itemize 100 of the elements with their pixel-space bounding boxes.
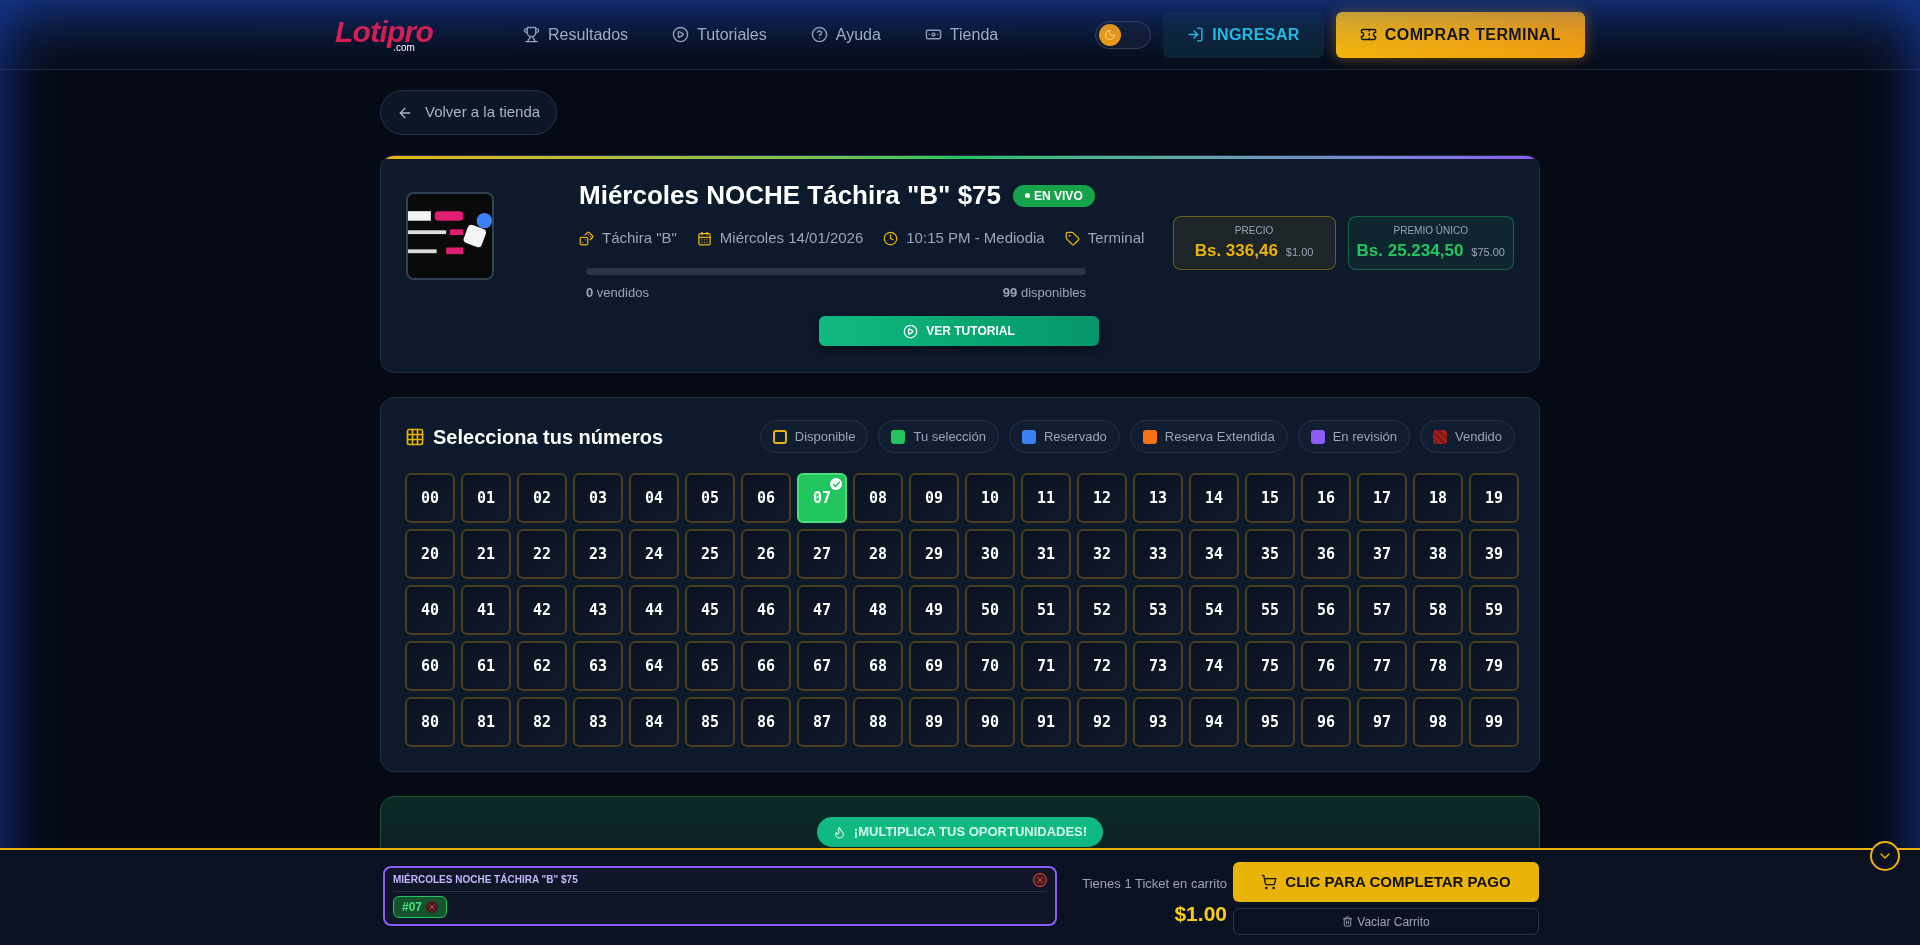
number-tile[interactable]: 86 <box>741 697 791 747</box>
collapse-button[interactable] <box>1870 841 1900 871</box>
number-tile[interactable]: 77 <box>1357 641 1407 691</box>
number-tile[interactable]: 96 <box>1301 697 1351 747</box>
number-tile[interactable]: 67 <box>797 641 847 691</box>
number-tile[interactable]: 66 <box>741 641 791 691</box>
number-tile[interactable]: 12 <box>1077 473 1127 523</box>
clear-cart-button[interactable]: Vaciar Carrito <box>1233 908 1539 935</box>
nav-link[interactable]: Tutoriales <box>672 22 767 47</box>
number-tile[interactable]: 04 <box>629 473 679 523</box>
number-tile[interactable]: 87 <box>797 697 847 747</box>
number-tile[interactable]: 62 <box>517 641 567 691</box>
number-tile[interactable]: 00 <box>405 473 455 523</box>
back-button[interactable]: Volver a la tienda <box>380 90 558 135</box>
number-tile[interactable]: 82 <box>517 697 567 747</box>
pay-button[interactable]: CLIC PARA COMPLETAR PAGO <box>1233 862 1539 902</box>
number-tile[interactable]: 03 <box>573 473 623 523</box>
number-tile[interactable]: 29 <box>909 529 959 579</box>
number-tile[interactable]: 27 <box>797 529 847 579</box>
number-tile[interactable]: 84 <box>629 697 679 747</box>
number-tile[interactable]: 26 <box>741 529 791 579</box>
number-tile[interactable]: 70 <box>965 641 1015 691</box>
number-tile[interactable]: 02 <box>517 473 567 523</box>
number-tile[interactable]: 31 <box>1021 529 1071 579</box>
number-tile[interactable]: 30 <box>965 529 1015 579</box>
number-tile[interactable]: 54 <box>1189 585 1239 635</box>
number-tile[interactable]: 57 <box>1357 585 1407 635</box>
number-tile[interactable]: 08 <box>853 473 903 523</box>
number-tile[interactable]: 48 <box>853 585 903 635</box>
number-tile[interactable]: 76 <box>1301 641 1351 691</box>
number-tile[interactable]: 73 <box>1133 641 1183 691</box>
number-tile[interactable]: 18 <box>1413 473 1463 523</box>
number-tile[interactable]: 13 <box>1133 473 1183 523</box>
number-tile[interactable]: 34 <box>1189 529 1239 579</box>
nav-link[interactable]: Tienda <box>924 22 999 47</box>
number-tile[interactable]: 36 <box>1301 529 1351 579</box>
number-tile[interactable]: 91 <box>1021 697 1071 747</box>
nav-link[interactable]: Ayuda <box>810 22 881 47</box>
number-tile[interactable]: 22 <box>517 529 567 579</box>
number-tile[interactable]: 51 <box>1021 585 1071 635</box>
number-tile[interactable]: 39 <box>1469 529 1519 579</box>
number-tile[interactable]: 72 <box>1077 641 1127 691</box>
number-tile[interactable]: 63 <box>573 641 623 691</box>
number-tile[interactable]: 19 <box>1469 473 1519 523</box>
number-tile[interactable]: 15 <box>1245 473 1295 523</box>
number-tile[interactable]: 21 <box>461 529 511 579</box>
number-tile[interactable]: 42 <box>517 585 567 635</box>
number-tile[interactable]: 52 <box>1077 585 1127 635</box>
nav-link[interactable]: Resultados <box>523 22 629 47</box>
number-tile[interactable]: 38 <box>1413 529 1463 579</box>
number-tile[interactable]: 88 <box>853 697 903 747</box>
number-tile[interactable]: 85 <box>685 697 735 747</box>
number-tile[interactable]: 32 <box>1077 529 1127 579</box>
number-tile[interactable]: 35 <box>1245 529 1295 579</box>
number-tile[interactable]: 41 <box>461 585 511 635</box>
number-tile[interactable]: 56 <box>1301 585 1351 635</box>
number-tile[interactable]: 10 <box>965 473 1015 523</box>
number-tile[interactable]: 79 <box>1469 641 1519 691</box>
logo[interactable]: Lotipro .com <box>335 16 434 53</box>
number-tile[interactable]: 50 <box>965 585 1015 635</box>
number-tile[interactable]: 47 <box>797 585 847 635</box>
number-tile[interactable]: 09 <box>909 473 959 523</box>
number-tile[interactable]: 98 <box>1413 697 1463 747</box>
number-tile[interactable]: 05 <box>685 473 735 523</box>
number-tile[interactable]: 43 <box>573 585 623 635</box>
number-tile[interactable]: 23 <box>573 529 623 579</box>
number-tile[interactable]: 78 <box>1413 641 1463 691</box>
number-tile[interactable]: 95 <box>1245 697 1295 747</box>
number-tile[interactable]: 55 <box>1245 585 1295 635</box>
number-tile[interactable]: 64 <box>629 641 679 691</box>
number-tile[interactable]: 93 <box>1133 697 1183 747</box>
number-tile[interactable]: 71 <box>1021 641 1071 691</box>
number-tile[interactable]: 17 <box>1357 473 1407 523</box>
number-tile[interactable]: 45 <box>685 585 735 635</box>
number-tile[interactable]: 97 <box>1357 697 1407 747</box>
number-tile[interactable]: 59 <box>1469 585 1519 635</box>
number-tile[interactable]: 37 <box>1357 529 1407 579</box>
number-tile[interactable]: 99 <box>1469 697 1519 747</box>
number-tile[interactable]: 16 <box>1301 473 1351 523</box>
number-tile[interactable]: 58 <box>1413 585 1463 635</box>
number-tile[interactable]: 46 <box>741 585 791 635</box>
number-tile[interactable]: 90 <box>965 697 1015 747</box>
number-tile[interactable]: 80 <box>405 697 455 747</box>
number-tile[interactable]: 24 <box>629 529 679 579</box>
number-tile[interactable]: 60 <box>405 641 455 691</box>
number-tile[interactable]: 20 <box>405 529 455 579</box>
login-button[interactable]: INGRESAR <box>1163 11 1324 58</box>
number-tile[interactable]: 74 <box>1189 641 1239 691</box>
number-tile[interactable]: 40 <box>405 585 455 635</box>
number-tile[interactable]: 44 <box>629 585 679 635</box>
number-tile[interactable]: 94 <box>1189 697 1239 747</box>
buy-terminal-button[interactable]: COMPRAR TERMINAL <box>1335 11 1585 58</box>
number-tile[interactable]: 75 <box>1245 641 1295 691</box>
number-tile[interactable]: 28 <box>853 529 903 579</box>
number-tile[interactable]: 81 <box>461 697 511 747</box>
number-tile[interactable]: 06 <box>741 473 791 523</box>
number-tile[interactable]: 53 <box>1133 585 1183 635</box>
number-tile[interactable]: 61 <box>461 641 511 691</box>
number-tile[interactable]: 89 <box>909 697 959 747</box>
number-tile[interactable]: 49 <box>909 585 959 635</box>
